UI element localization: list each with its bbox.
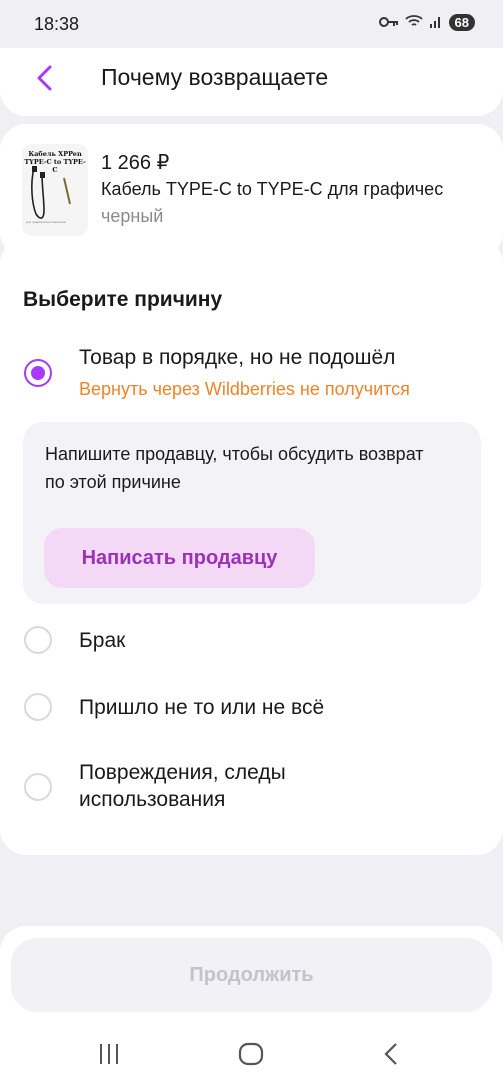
seller-note-text: Напишите продавцу, чтобы обсудить возвра… — [45, 444, 424, 492]
seller-note: Напишите продавцу, чтобы обсудить возвра… — [23, 422, 481, 604]
status-bar: 18:38 68 — [0, 0, 503, 48]
bottom-bar: Продолжить — [0, 926, 503, 1090]
back-arrow-icon — [34, 64, 54, 97]
key-icon — [378, 15, 399, 31]
header: Почему возвращаете — [0, 48, 503, 116]
status-time: 18:38 — [34, 14, 80, 34]
option-label-defect[interactable]: Брак — [79, 627, 125, 654]
reasons-section: Выберите причину Товар в порядке, но не … — [0, 238, 503, 855]
status-icons: 68 — [378, 14, 475, 31]
continue-button[interactable]: Продолжить — [11, 938, 492, 1012]
section-title: Выберите причину — [23, 288, 223, 311]
nav-back-icon[interactable] — [382, 1042, 400, 1071]
radio-defect[interactable] — [24, 626, 52, 654]
contact-seller-button[interactable]: Написать продавцу — [44, 528, 315, 588]
product-color: черный — [101, 206, 164, 226]
system-nav-bar — [0, 1026, 503, 1086]
back-button[interactable] — [24, 60, 64, 100]
battery-icon: 68 — [448, 14, 475, 31]
radio-damaged[interactable] — [24, 773, 52, 801]
wifi-icon — [404, 14, 423, 31]
radio-ok-not-fit[interactable] — [24, 359, 52, 387]
product-price: 1 266 ₽ — [101, 152, 170, 174]
page-title: Почему возвращаете — [101, 64, 329, 90]
product-image: Кабель XPPen TYPE-C to TYPE-C для графич… — [22, 144, 88, 236]
product-name: Кабель TYPE-C to TYPE-C для графичес — [101, 179, 444, 199]
nav-recents-icon[interactable] — [98, 1042, 122, 1071]
nav-home-icon[interactable] — [238, 1042, 264, 1071]
product-image-smallprint: для графических планшетов — [26, 220, 66, 224]
option-label-ok-not-fit[interactable]: Товар в порядке, но не подошёл — [79, 344, 395, 371]
option-label-damaged[interactable]: Повреждения, следы использования — [79, 759, 359, 813]
signal-icon — [429, 14, 443, 31]
option-warning: Вернуть через Wildberries не получится — [79, 379, 410, 399]
option-label-wrong-item[interactable]: Пришло не то или не всё — [79, 694, 324, 721]
radio-wrong-item[interactable] — [24, 693, 52, 721]
